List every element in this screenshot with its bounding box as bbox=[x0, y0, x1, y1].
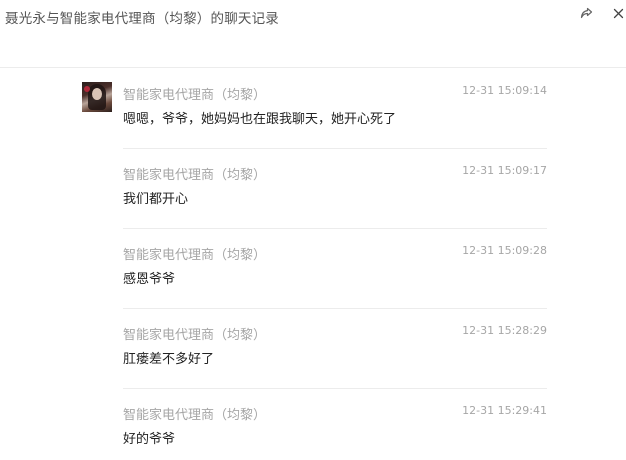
message-sender: 智能家电代理商（均黎） bbox=[123, 168, 267, 183]
message-time: 12-31 15:29:41 bbox=[462, 404, 547, 417]
message-sender: 智能家电代理商（均黎） bbox=[123, 408, 267, 423]
message-text: 好的爷爷 bbox=[123, 432, 176, 447]
message-text: 嗯嗯，爷爷，她妈妈也在跟我聊天，她开心死了 bbox=[123, 112, 397, 127]
close-icon[interactable] bbox=[609, 4, 626, 22]
message-time: 12-31 15:28:29 bbox=[462, 324, 547, 337]
message-item: 智能家电代理商（均黎） 12-31 15:09:17 我们都开心 bbox=[0, 148, 626, 228]
avatar[interactable] bbox=[82, 82, 112, 112]
message-item: 智能家电代理商（均黎） 12-31 15:09:14 嗯嗯，爷爷，她妈妈也在跟我… bbox=[0, 68, 626, 148]
message-text: 我们都开心 bbox=[123, 192, 189, 207]
message-time: 12-31 15:09:28 bbox=[462, 244, 547, 257]
window-title: 聂光永与智能家电代理商（均黎）的聊天记录 bbox=[5, 11, 279, 27]
title-bar: 聂光永与智能家电代理商（均黎）的聊天记录 bbox=[0, 0, 626, 68]
message-item: 智能家电代理商（均黎） 12-31 15:09:28 感恩爷爷 bbox=[0, 228, 626, 308]
message-time: 12-31 15:09:14 bbox=[462, 84, 547, 97]
share-forward-icon[interactable] bbox=[577, 4, 595, 22]
message-sender: 智能家电代理商（均黎） bbox=[123, 328, 267, 343]
message-sender: 智能家电代理商（均黎） bbox=[123, 248, 267, 263]
message-text: 肛瘘差不多好了 bbox=[123, 352, 215, 367]
message-sender: 智能家电代理商（均黎） bbox=[123, 88, 267, 103]
message-item: 智能家电代理商（均黎） 12-31 15:28:29 肛瘘差不多好了 bbox=[0, 308, 626, 388]
message-item: 智能家电代理商（均黎） 12-31 15:29:41 好的爷爷 bbox=[0, 388, 626, 460]
message-time: 12-31 15:09:17 bbox=[462, 164, 547, 177]
message-text: 感恩爷爷 bbox=[123, 272, 176, 287]
message-list[interactable]: 智能家电代理商（均黎） 12-31 15:09:14 嗯嗯，爷爷，她妈妈也在跟我… bbox=[0, 68, 626, 460]
